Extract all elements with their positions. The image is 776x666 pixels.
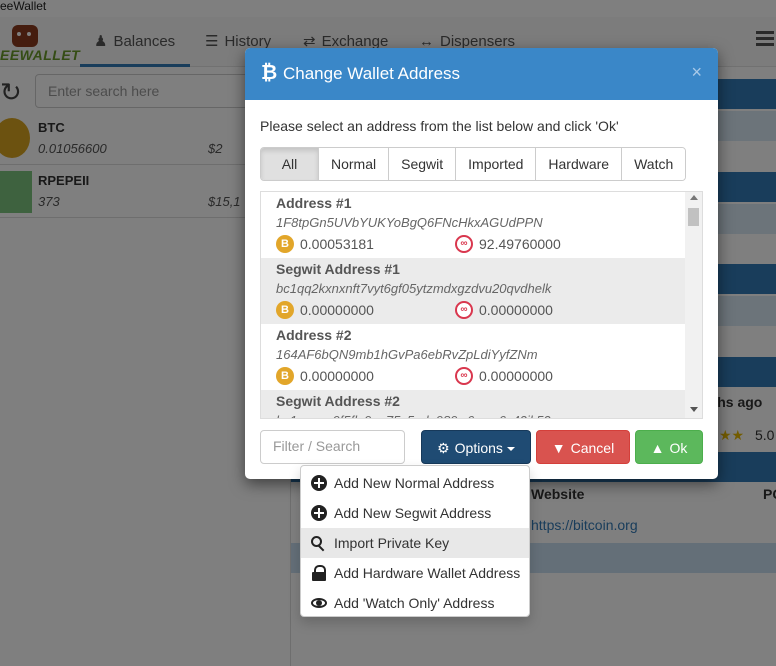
address-title: Segwit Address #2 <box>276 393 400 409</box>
scroll-up-arrow-icon[interactable] <box>690 195 698 200</box>
thumbs-down-icon: ▼ <box>551 440 566 456</box>
address-list-item[interactable]: Segwit Address #1 bc1qq2kxnxnft7vyt6gf05… <box>261 258 686 324</box>
filter-hardware[interactable]: Hardware <box>536 148 623 180</box>
xcp-balance-icon: ∞ <box>455 235 473 253</box>
cancel-button[interactable]: ▼ Cancel <box>536 430 630 464</box>
xcp-balance-icon: ∞ <box>455 301 473 319</box>
address-hash: bc1qxaeo0f5fla9gn75s5ada989w6uxm6v42jk52… <box>276 413 565 418</box>
address-hash: 164AF6bQN9mb1hGvPa6ebRvZpLdiYyfZNm <box>276 347 538 362</box>
ok-button[interactable]: ▲ Ok <box>635 430 703 464</box>
btc-balance: 0.00000000 <box>300 302 374 318</box>
address-list-item[interactable]: Address #1 1F8tpGn5UVbYUKYoBgQ6FNcHkxAGU… <box>261 192 686 258</box>
scroll-down-arrow-icon[interactable] <box>690 407 698 412</box>
address-list-item[interactable]: Address #2 164AF6bQN9mb1hGvPa6ebRvZpLdiY… <box>261 324 686 390</box>
filter-search-input[interactable]: Filter / Search <box>260 430 405 464</box>
btc-balance-icon: B <box>276 367 294 385</box>
close-icon[interactable]: × <box>691 62 702 83</box>
plus-circle-icon <box>311 505 327 521</box>
menu-item-add-hardware-wallet[interactable]: Add Hardware Wallet Address <box>301 558 529 588</box>
btc-balance-icon: B <box>276 235 294 253</box>
menu-item-add-watch-only[interactable]: Add 'Watch Only' Address <box>301 588 529 618</box>
xcp-balance-icon: ∞ <box>455 367 473 385</box>
menu-item-add-normal-address[interactable]: Add New Normal Address <box>301 468 529 498</box>
address-hash: bc1qq2kxnxnft7vyt6gf05ytzmdxgzdvu20qvdhe… <box>276 281 552 296</box>
xcp-balance: 0.00000000 <box>479 302 553 318</box>
address-title: Address #2 <box>276 327 352 343</box>
filter-normal[interactable]: Normal <box>319 148 390 180</box>
menu-item-import-private-key[interactable]: Import Private Key <box>301 528 529 558</box>
scroll-thumb[interactable] <box>688 208 699 226</box>
address-hash: 1F8tpGn5UVbYUKYoBgQ6FNcHkxAGUdPPN <box>276 215 543 230</box>
filter-all[interactable]: All <box>261 148 319 180</box>
modal-header: ₿ Change Wallet Address × <box>245 48 718 100</box>
xcp-balance: 0.00000000 <box>479 368 553 384</box>
modal-title: Change Wallet Address <box>283 64 461 83</box>
address-list-item[interactable]: Segwit Address #2 bc1qxaeo0f5fla9gn75s5a… <box>261 390 686 418</box>
key-icon <box>311 535 327 551</box>
bitcoin-icon: ₿ <box>261 62 278 84</box>
options-button[interactable]: ⚙ Options <box>421 430 531 464</box>
btc-balance: 0.00053181 <box>300 236 374 252</box>
xcp-balance: 92.49760000 <box>479 236 561 252</box>
plus-circle-icon <box>311 475 327 491</box>
btc-balance-icon: B <box>276 301 294 319</box>
menu-item-add-segwit-address[interactable]: Add New Segwit Address <box>301 498 529 528</box>
address-list: Address #1 1F8tpGn5UVbYUKYoBgQ6FNcHkxAGU… <box>260 191 703 419</box>
btc-balance: 0.00000000 <box>300 368 374 384</box>
gear-icon: ⚙ <box>437 440 450 456</box>
options-dropdown-menu: Add New Normal Address Add New Segwit Ad… <box>300 465 530 617</box>
lock-icon <box>311 565 327 581</box>
address-title: Segwit Address #1 <box>276 261 400 277</box>
eye-icon <box>311 595 327 611</box>
filter-segwit[interactable]: Segwit <box>389 148 457 180</box>
change-wallet-address-modal: ₿ Change Wallet Address × Please select … <box>245 48 718 479</box>
modal-instructions: Please select an address from the list b… <box>260 118 619 134</box>
address-title: Address #1 <box>276 195 352 211</box>
caret-down-icon <box>506 447 515 452</box>
thumbs-up-icon: ▲ <box>650 440 665 456</box>
address-list-scrollbar[interactable] <box>685 192 702 418</box>
filter-imported[interactable]: Imported <box>456 148 537 180</box>
address-type-filter: All Normal Segwit Imported Hardware Watc… <box>260 147 687 181</box>
filter-watch[interactable]: Watch <box>622 148 686 180</box>
